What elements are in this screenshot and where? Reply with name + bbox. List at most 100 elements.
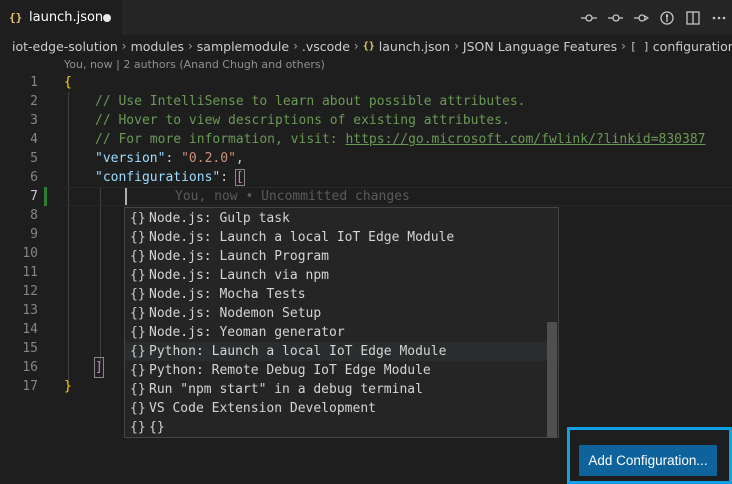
chevron-right-icon: › [454,39,459,53]
open-changes-icon[interactable] [654,5,680,31]
json-file-icon: {} [9,11,23,24]
suggestion-label: Python: Remote Debug IoT Edge Module [149,363,431,378]
suggestion-label: Node.js: Launch Program [149,249,330,264]
tab-bar: {} launch.json [0,0,732,35]
suggestion-label: Node.js: Launch a local IoT Edge Module [149,230,455,245]
suggestion-item[interactable]: {} Node.js: Gulp task [125,209,558,228]
line-number: 8 [30,208,38,223]
suggestion-item[interactable]: {} Node.js: Launch Program [125,247,558,266]
suggestion-label: Node.js: Launch via npm [149,268,330,283]
line-number: 16 [22,360,38,375]
suggestion-item-focused[interactable]: {} Python: Launch a local IoT Edge Module [125,342,558,361]
snippet-icon: {} [130,287,146,302]
code-comment: // Use IntelliSense to learn about possi… [95,94,526,109]
git-commit-prev-icon[interactable] [602,5,628,31]
snippet-icon: {} [130,382,146,397]
line-number: 15 [22,341,38,356]
code-comment: // Hover to view descriptions of existin… [95,113,510,128]
suggestion-label: VS Code Extension Development [149,401,376,416]
breadcrumb-item-configurations[interactable]: configurations [653,39,732,54]
line-number: 12 [22,284,38,299]
snippet-icon: {} [130,306,146,321]
suggestion-item[interactable]: {} Node.js: Yeoman generator [125,323,558,342]
snippet-icon: {} [130,325,146,340]
snippet-icon: {} [130,344,146,359]
chevron-right-icon: › [621,39,626,53]
json-key: "version" [95,151,166,166]
line-number: 6 [30,170,38,185]
suggestion-item[interactable]: {} Node.js: Launch a local IoT Edge Modul… [125,228,558,247]
suggestion-item[interactable]: {}{} [125,418,558,437]
line-number: 5 [30,151,38,166]
json-file-icon: {} [362,40,375,52]
chevron-right-icon: › [121,39,127,53]
more-actions-icon[interactable] [706,5,732,31]
text-cursor [125,188,127,205]
breadcrumb-item-iot-edge-solution[interactable]: iot-edge-solution [12,39,118,54]
code-comment: // For more information, visit: [95,132,346,147]
suggestion-label: {} [149,420,165,435]
breadcrumb: iot-edge-solution › modules › samplemodu… [0,35,732,57]
suggestion-item[interactable]: {} Python: Remote Debug IoT Edge Module [125,361,558,380]
suggestion-item[interactable]: {} Node.js: Mocha Tests [125,285,558,304]
inline-blame-hint: You, now • Uncommitted changes [175,189,410,204]
breadcrumb-item-launch-json[interactable]: launch.json [379,39,450,54]
bracket-match: [ [234,169,245,186]
unsaved-dot-icon[interactable] [103,14,111,22]
code-line: 4 // For more information, visit: https:… [0,130,732,149]
breadcrumb-item-modules[interactable]: modules [131,39,184,54]
array-icon: [ ] [629,39,650,53]
code-line: 2 // Use IntelliSense to learn about pos… [0,92,732,111]
line-number: 9 [30,227,38,242]
line-number: 14 [22,322,38,337]
fwlink-url[interactable]: https://go.microsoft.com/fwlink/?linkid=… [345,132,705,147]
code-text: { [64,75,72,90]
suggestion-item[interactable]: {} Node.js: Launch via npm [125,266,558,285]
json-comma: , [235,151,244,166]
editor-toolbar [576,0,732,35]
suggestion-label: Node.js: Mocha Tests [149,287,306,302]
chevron-right-icon: › [353,39,359,53]
code-version-line: "version": "0.2.0", [95,149,244,168]
tab-title: launch.json [29,10,104,25]
line-number: 4 [30,132,38,147]
code-line: 6 "configurations": [ [0,168,732,187]
codelens-blame[interactable]: You, now | 2 authors (Anand Chugh and ot… [64,58,325,71]
json-colon: : [165,151,182,166]
suggest-scrollbar[interactable] [547,322,557,438]
suggestion-label: Node.js: Gulp task [149,211,290,226]
snippet-icon: {} [130,230,146,245]
git-compare-icon[interactable] [576,5,602,31]
code-text: } [64,379,72,394]
suggestion-item[interactable]: {} Run "npm start" in a debug terminal [125,380,558,399]
code-comment-line: // For more information, visit: https://… [95,130,705,149]
line-number: 13 [22,303,38,318]
git-commit-next-icon[interactable] [628,5,654,31]
breadcrumb-item-json-language-features[interactable]: JSON Language Features [463,39,617,54]
line-number: 7 [30,189,38,204]
code-line: 3 // Hover to view descriptions of exist… [0,111,732,130]
add-configuration-button[interactable]: Add Configuration... [579,445,717,476]
breadcrumb-item-vscode[interactable]: .vscode [302,39,350,54]
snippet-icon: {} [130,401,146,416]
snippet-icon: {} [130,268,146,283]
suggestion-item[interactable]: {} VS Code Extension Development [125,399,558,418]
code-line: 1 { [0,73,732,92]
breadcrumb-item-samplemodule[interactable]: samplemodule [197,39,289,54]
snippet-icon: {} [130,249,146,264]
bracket-match: ] [94,357,104,378]
line-number: 17 [22,379,38,394]
split-editor-icon[interactable] [680,5,706,31]
code-configurations-line: "configurations": [ [95,168,245,187]
suggestion-label: Node.js: Yeoman generator [149,325,345,340]
snippet-icon: {} [130,363,146,378]
line-number: 1 [30,75,38,90]
json-string: "0.2.0" [181,151,236,166]
code-line: 5 "version": "0.2.0", [0,149,732,168]
suggestion-item[interactable]: {} Node.js: Nodemon Setup [125,304,558,323]
code-line-active: 7 You, now • Uncommitted changes [0,187,732,206]
suggestion-label: Node.js: Nodemon Setup [149,306,322,321]
tab-launch-json[interactable]: {} launch.json [0,0,122,35]
line-number: 3 [30,113,38,128]
suggestion-label: Python: Launch a local IoT Edge Module [149,344,447,359]
